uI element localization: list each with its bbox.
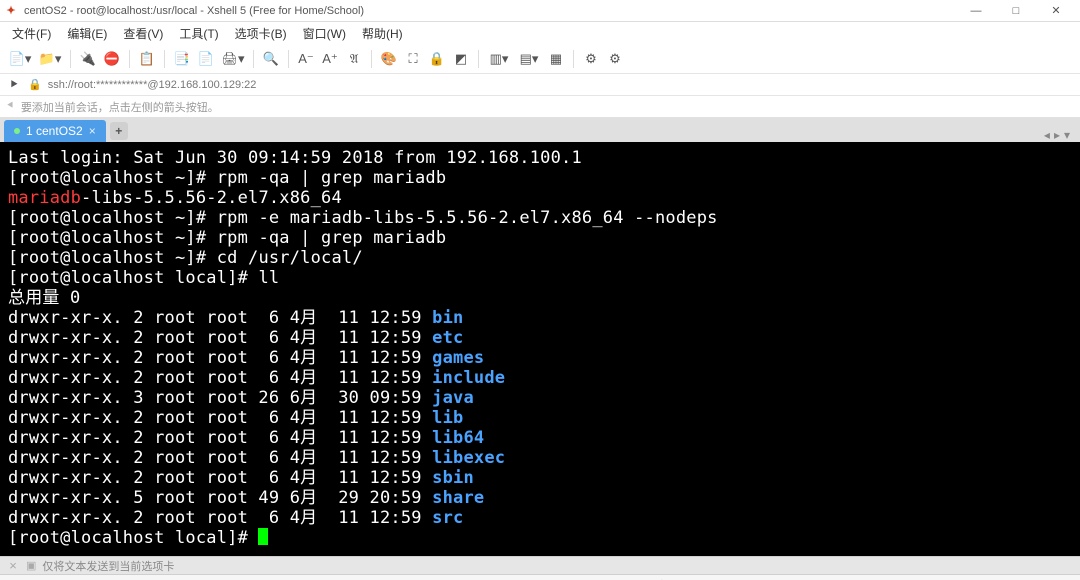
terminal[interactable]: Last login: Sat Jun 30 09:14:59 2018 fro…	[0, 142, 1080, 556]
lock-icon[interactable]: 🔒	[426, 48, 448, 70]
status-bar: ssh://root@192.168.100.129:22 🔒 SSH2 xte…	[0, 575, 1080, 580]
layout-horizontal-icon[interactable]: ▥▾	[485, 48, 513, 70]
list-item: drwxr-xr-x. 2 root root 6 4月 11 12:59 li…	[8, 408, 1072, 428]
address-bar: ⯈ 🔒 ssh://root:************@192.168.100.…	[0, 74, 1080, 96]
close-button[interactable]: ✕	[1036, 1, 1076, 21]
separator	[573, 50, 574, 68]
properties-icon[interactable]: 📋	[136, 48, 158, 70]
disconnect-icon[interactable]: ⛔	[101, 48, 123, 70]
window-title: centOS2 - root@localhost:/usr/local - Xs…	[24, 5, 956, 17]
menu-tool[interactable]: 工具(T)	[173, 23, 224, 44]
list-item: drwxr-xr-x. 2 root root 6 4月 11 12:59 bi…	[8, 308, 1072, 328]
tab-left-icon[interactable]: ◂	[1044, 128, 1050, 142]
list-item: drwxr-xr-x. 2 root root 6 4月 11 12:59 in…	[8, 368, 1072, 388]
separator	[478, 50, 479, 68]
color-scheme-icon[interactable]: 🎨	[378, 48, 400, 70]
tab-add-button[interactable]: +	[110, 122, 128, 140]
msg-close-icon[interactable]: ×	[6, 559, 20, 573]
app-icon: ✦	[4, 4, 18, 18]
tab-menu-icon[interactable]: ▾	[1064, 128, 1070, 142]
msg-text: 仅将文本发送到当前选项卡	[42, 558, 174, 574]
list-item: drwxr-xr-x. 2 root root 6 4月 11 12:59 et…	[8, 328, 1072, 348]
menu-view[interactable]: 查看(V)	[117, 23, 169, 44]
list-item: drwxr-xr-x. 2 root root 6 4月 11 12:59 ga…	[8, 348, 1072, 368]
address-text[interactable]: ssh://root:************@192.168.100.129:…	[48, 79, 257, 91]
font-icon[interactable]: 𝔄	[343, 48, 365, 70]
term-prompt: [root@localhost local]#	[8, 528, 1072, 548]
term-listing: drwxr-xr-x. 2 root root 6 4月 11 12:59 bi…	[8, 308, 1072, 528]
layout-vertical-icon[interactable]: ▤▾	[515, 48, 543, 70]
new-session-icon[interactable]: 📄▾	[6, 48, 34, 70]
toolbar: 📄▾ 📁▾ 🔌 ⛔ 📋 📑 📄 🖨▾ 🔍 A⁻ A⁺ 𝔄 🎨 ⛶ 🔒 ◩ ▥▾ …	[0, 44, 1080, 74]
term-line: [root@localhost ~]# rpm -qa | grep maria…	[8, 168, 1072, 188]
separator	[129, 50, 130, 68]
status-dot-icon	[14, 128, 20, 134]
print-icon[interactable]: 🖨▾	[219, 48, 247, 70]
titlebar: ✦ centOS2 - root@localhost:/usr/local - …	[0, 0, 1080, 22]
tool1-icon[interactable]: ⚙	[580, 48, 602, 70]
open-session-icon[interactable]: 📁▾	[36, 48, 64, 70]
fullscreen-icon[interactable]: ⛶	[402, 48, 424, 70]
separator	[70, 50, 71, 68]
menu-help[interactable]: 帮助(H)	[356, 23, 409, 44]
font-smaller-icon[interactable]: A⁻	[295, 48, 317, 70]
message-bar: × ▣ 仅将文本发送到当前选项卡	[0, 556, 1080, 575]
menu-window[interactable]: 窗口(W)	[297, 23, 352, 44]
nav-icon[interactable]: ⯈	[6, 77, 22, 93]
find-icon[interactable]: 🔍	[260, 48, 282, 70]
menu-tab[interactable]: 选项卡(B)	[229, 23, 293, 44]
menu-edit[interactable]: 编辑(E)	[61, 23, 113, 44]
hint-bar: ⯇ 要添加当前会话，点击左侧的箭头按钮。	[0, 96, 1080, 118]
tab-strip: 1 centOS2 × + ◂ ▸ ▾	[0, 118, 1080, 142]
tab-label: 1 centOS2	[26, 124, 83, 138]
list-item: drwxr-xr-x. 5 root root 49 6月 29 20:59 s…	[8, 488, 1072, 508]
term-line: [root@localhost ~]# cd /usr/local/	[8, 248, 1072, 268]
separator	[253, 50, 254, 68]
maximize-button[interactable]: □	[996, 1, 1036, 21]
hint-text: 要添加当前会话，点击左侧的箭头按钮。	[21, 99, 219, 115]
tool2-icon[interactable]: ⚙	[604, 48, 626, 70]
tab-strip-right: ◂ ▸ ▾	[1044, 128, 1076, 142]
cursor	[258, 528, 268, 545]
list-item: drwxr-xr-x. 2 root root 6 4月 11 12:59 sr…	[8, 508, 1072, 528]
window-buttons: — □ ✕	[956, 1, 1076, 21]
list-item: drwxr-xr-x. 2 root root 6 4月 11 12:59 li…	[8, 428, 1072, 448]
layout-tile-icon[interactable]: ▦	[545, 48, 567, 70]
term-line: [root@localhost ~]# rpm -qa | grep maria…	[8, 228, 1072, 248]
list-item: drwxr-xr-x. 3 root root 26 6月 30 09:59 j…	[8, 388, 1072, 408]
minimize-button[interactable]: —	[956, 1, 996, 21]
tab-close-icon[interactable]: ×	[89, 124, 96, 138]
copy-icon[interactable]: 📑	[171, 48, 193, 70]
paste-icon[interactable]: 📄	[195, 48, 217, 70]
menu-file[interactable]: 文件(F)	[6, 23, 57, 44]
term-total: 总用量 0	[8, 288, 1072, 308]
separator	[288, 50, 289, 68]
tab-centos2[interactable]: 1 centOS2 ×	[4, 120, 106, 142]
menubar: 文件(F) 编辑(E) 查看(V) 工具(T) 选项卡(B) 窗口(W) 帮助(…	[0, 22, 1080, 44]
reconnect-icon[interactable]: 🔌	[77, 48, 99, 70]
msg-icon: ▣	[26, 559, 36, 572]
hint-arrow-icon[interactable]: ⯇	[6, 100, 15, 113]
term-line: [root@localhost local]# ll	[8, 268, 1072, 288]
list-item: drwxr-xr-x. 2 root root 6 4月 11 12:59 li…	[8, 448, 1072, 468]
term-line: mariadb-libs-5.5.56-2.el7.x86_64	[8, 188, 1072, 208]
term-line: [root@localhost ~]# rpm -e mariadb-libs-…	[8, 208, 1072, 228]
separator	[371, 50, 372, 68]
list-item: drwxr-xr-x. 2 root root 6 4月 11 12:59 sb…	[8, 468, 1072, 488]
font-larger-icon[interactable]: A⁺	[319, 48, 341, 70]
transparency-icon[interactable]: ◩	[450, 48, 472, 70]
term-last-login: Last login: Sat Jun 30 09:14:59 2018 fro…	[8, 148, 1072, 168]
tab-right-icon[interactable]: ▸	[1054, 128, 1060, 142]
separator	[164, 50, 165, 68]
lock-icon: 🔒	[28, 78, 42, 91]
